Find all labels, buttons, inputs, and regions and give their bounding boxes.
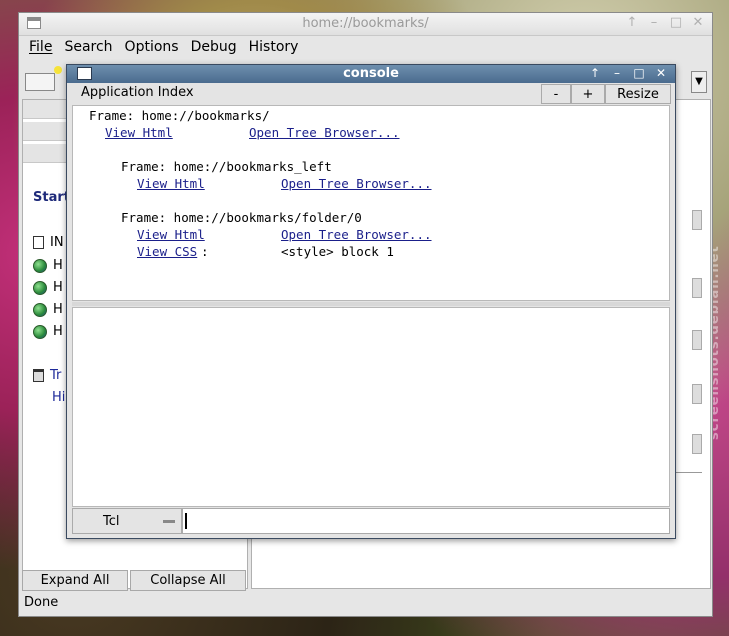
view-html-link[interactable]: View Html: [137, 227, 205, 242]
globe-icon: [33, 258, 47, 273]
main-window-title: home://bookmarks/: [302, 16, 429, 31]
menu-debug[interactable]: Debug: [185, 36, 243, 60]
main-titlebar[interactable]: home://bookmarks/ ↑ – □ ✕: [19, 13, 712, 36]
view-html-link[interactable]: View Html: [137, 176, 205, 191]
list-item[interactable]: IN: [33, 235, 64, 250]
minimize-button[interactable]: –: [609, 66, 625, 80]
language-value: Tcl: [103, 514, 120, 529]
menu-history[interactable]: History: [243, 36, 305, 60]
bookmarks-heading: Start: [33, 190, 70, 205]
decrease-button[interactable]: -: [541, 84, 571, 104]
tree-buttons: Expand All Collapse All: [22, 570, 246, 591]
list-item-label: H: [53, 258, 63, 273]
document-icon: [33, 236, 44, 249]
maximize-button[interactable]: □: [631, 66, 647, 80]
expand-all-button[interactable]: Expand All: [22, 570, 128, 591]
close-button[interactable]: ✕: [690, 15, 706, 30]
list-item-label: IN: [50, 235, 64, 250]
url-dropdown-button[interactable]: ▼: [691, 71, 707, 93]
resize-button[interactable]: Resize: [605, 84, 671, 104]
list-item[interactable]: H: [33, 280, 63, 295]
list-item-label: H: [53, 302, 63, 317]
history-item[interactable]: Hi: [52, 390, 65, 405]
console-titlebar[interactable]: console ↑ – □ ✕: [67, 65, 675, 83]
open-tree-browser-link[interactable]: Open Tree Browser...: [281, 176, 432, 191]
menu-search[interactable]: Search: [58, 36, 118, 60]
increase-button[interactable]: +: [571, 84, 605, 104]
language-select[interactable]: Tcl: [72, 508, 182, 534]
menu-options[interactable]: Options: [119, 36, 185, 60]
status-text: Done: [24, 595, 59, 610]
content-element: [692, 278, 702, 298]
frame-label: Frame: home://bookmarks/: [89, 108, 270, 123]
list-item[interactable]: H: [33, 324, 63, 339]
dropdown-icon: [163, 520, 175, 523]
text-caret: [185, 513, 187, 529]
console-output: Frame: home://bookmarks/ View Html Open …: [72, 105, 670, 301]
command-input[interactable]: [182, 508, 670, 534]
list-item-label: H: [53, 324, 63, 339]
trash-icon: [33, 369, 44, 382]
console-window: console ↑ – □ ✕ Application Index - + Re…: [66, 64, 676, 539]
collapse-all-button[interactable]: Collapse All: [130, 570, 246, 591]
application-index-label[interactable]: Application Index: [71, 84, 204, 104]
view-css-link[interactable]: View CSS: [137, 244, 197, 259]
menubar: File Search Options Debug History: [19, 36, 712, 60]
command-bar: Tcl: [72, 508, 670, 535]
close-button[interactable]: ✕: [653, 66, 669, 80]
globe-icon: [33, 324, 47, 339]
trash-item[interactable]: Tr: [33, 368, 61, 383]
style-block-label: <style> block 1: [281, 244, 394, 259]
console-title: console: [343, 66, 399, 81]
content-element: [692, 210, 702, 230]
maximize-button[interactable]: □: [668, 15, 684, 30]
pane-splitter[interactable]: [72, 302, 670, 306]
raise-button[interactable]: ↑: [587, 66, 603, 80]
open-tree-browser-link[interactable]: Open Tree Browser...: [281, 227, 432, 242]
content-element: [692, 434, 702, 454]
home-icon[interactable]: [25, 66, 62, 91]
frame-label: Frame: home://bookmarks_left: [121, 159, 332, 174]
history-label: Hi: [52, 390, 66, 405]
css-colon: :: [201, 244, 209, 259]
console-log-pane[interactable]: [72, 307, 670, 507]
view-html-link[interactable]: View Html: [105, 125, 173, 140]
globe-icon: [33, 280, 47, 295]
minimize-button[interactable]: –: [646, 15, 662, 30]
raise-button[interactable]: ↑: [624, 15, 640, 30]
open-tree-browser-link[interactable]: Open Tree Browser...: [249, 125, 400, 140]
frame-label: Frame: home://bookmarks/folder/0: [121, 210, 362, 225]
list-item[interactable]: H: [33, 258, 63, 273]
content-element: [692, 384, 702, 404]
divider: [672, 472, 702, 473]
trash-label: Tr: [50, 368, 62, 383]
menu-file[interactable]: File: [23, 36, 58, 60]
globe-icon: [33, 302, 47, 317]
console-toolbar: Application Index - + Resize: [71, 84, 671, 104]
list-item-label: H: [53, 280, 63, 295]
content-element: [692, 330, 702, 350]
list-item[interactable]: H: [33, 302, 63, 317]
